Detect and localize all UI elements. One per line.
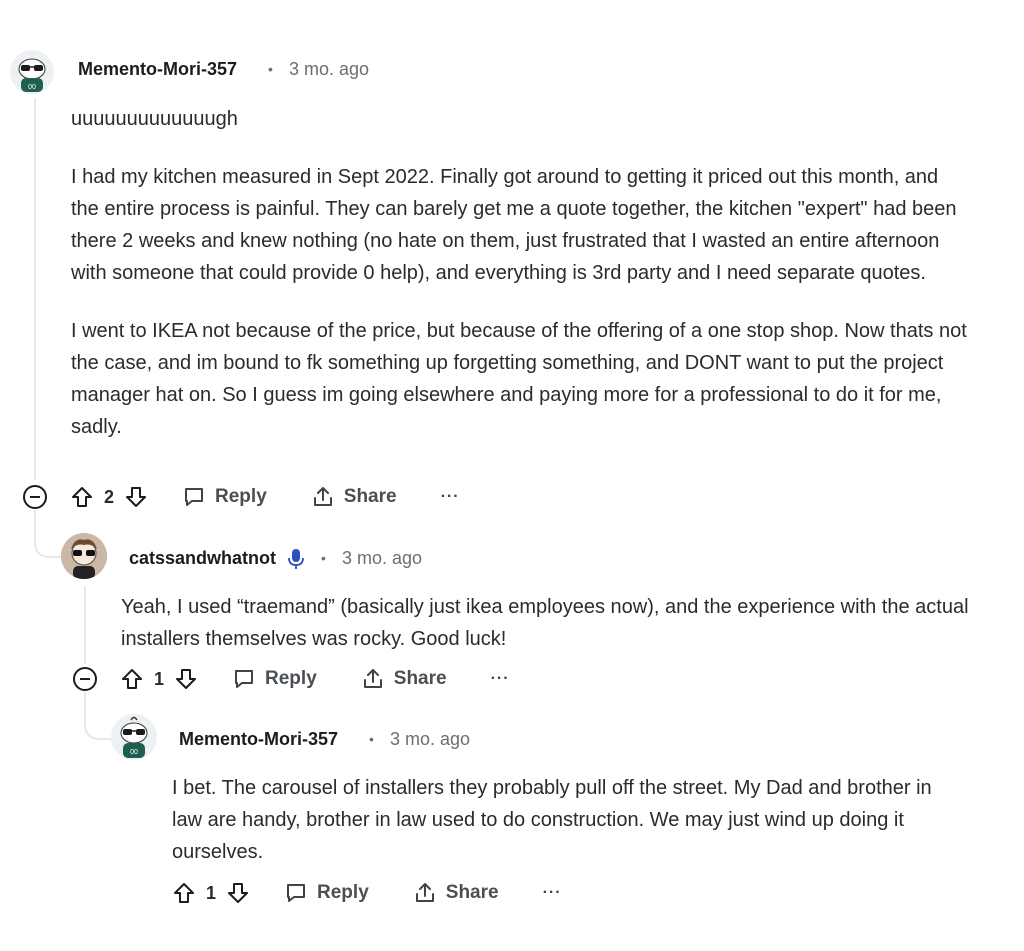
upvote-arrow-icon: [72, 487, 92, 507]
vote-count: 1: [206, 882, 217, 903]
comment-author[interactable]: Memento-Mori-357: [78, 59, 237, 80]
reply-button[interactable]: Reply: [284, 881, 369, 905]
share-label: Share: [445, 882, 499, 903]
comment-body: Yeah, I used “traemand” (basically just …: [121, 591, 971, 655]
reply-label: Reply: [317, 882, 369, 903]
share-icon: [363, 669, 382, 688]
comment-bubble-icon: [287, 884, 306, 902]
share-button[interactable]: Share: [361, 667, 447, 691]
vote-count: 1: [154, 668, 165, 689]
user-avatar-icon: [61, 533, 107, 579]
more-options-button[interactable]: ···: [491, 670, 510, 688]
more-options-button[interactable]: ···: [543, 884, 562, 902]
upvote-arrow-icon: [174, 883, 194, 903]
avatar[interactable]: [61, 533, 107, 579]
share-label: Share: [343, 486, 397, 507]
share-icon: [415, 883, 434, 902]
downvote-button[interactable]: [174, 667, 198, 691]
share-button[interactable]: Share: [413, 881, 499, 905]
reply-label: Reply: [265, 668, 317, 689]
microphone-badge-icon: [288, 548, 304, 575]
reply-label: Reply: [215, 486, 267, 507]
meta-separator: •: [369, 731, 374, 747]
comment-author[interactable]: Memento-Mori-357: [179, 729, 338, 750]
comment-bubble-icon: [185, 488, 204, 506]
thread-connector: [34, 510, 64, 558]
thread-connector: [84, 692, 114, 740]
comment-paragraph: Yeah, I used “traemand” (basically just …: [121, 596, 969, 650]
avatar[interactable]: 00: [10, 50, 54, 94]
comment-timestamp[interactable]: 3 mo. ago: [342, 548, 422, 569]
comment-author[interactable]: catssandwhatnot: [129, 548, 276, 569]
collapse-thread-button[interactable]: [73, 667, 97, 691]
collapse-thread-button[interactable]: [23, 485, 47, 509]
reply-button[interactable]: Reply: [232, 667, 317, 691]
svg-text:00: 00: [130, 749, 138, 756]
upvote-button[interactable]: [70, 485, 94, 509]
meta-separator: •: [321, 550, 326, 566]
svg-text:00: 00: [28, 84, 36, 91]
downvote-arrow-icon: [228, 883, 249, 903]
more-options-button[interactable]: ···: [441, 488, 460, 506]
avatar[interactable]: 00: [111, 714, 157, 760]
share-button[interactable]: Share: [311, 485, 397, 509]
share-icon: [313, 487, 332, 506]
upvote-arrow-icon: [122, 669, 142, 689]
downvote-arrow-icon: [126, 487, 147, 507]
downvote-button[interactable]: [124, 485, 148, 509]
snoo-avatar-icon: 00: [111, 714, 157, 760]
share-label: Share: [393, 668, 447, 689]
downvote-button[interactable]: [226, 881, 250, 905]
comment-paragraph: I had my kitchen measured in Sept 2022. …: [71, 166, 957, 284]
comment-paragraph: I bet. The carousel of installers they p…: [172, 777, 932, 863]
downvote-arrow-icon: [176, 669, 197, 689]
comment-actions: 2 Reply Share ···: [70, 479, 460, 515]
vote-count: 2: [104, 486, 115, 507]
comment-paragraph: uuuuuuuuuuuuugh: [71, 108, 238, 130]
comment-body: I bet. The carousel of installers they p…: [172, 772, 952, 868]
comment-actions: 1 Reply Share ···: [172, 875, 562, 911]
comment-timestamp[interactable]: 3 mo. ago: [289, 59, 369, 80]
reply-button[interactable]: Reply: [182, 485, 267, 509]
comment-timestamp[interactable]: 3 mo. ago: [390, 729, 470, 750]
upvote-button[interactable]: [120, 667, 144, 691]
upvote-button[interactable]: [172, 881, 196, 905]
comment-actions: 1 Reply Share ···: [120, 661, 510, 697]
thread-line-reply: [84, 586, 86, 664]
comment-bubble-icon: [235, 670, 254, 688]
comment-paragraph: I went to IKEA not because of the price,…: [71, 320, 967, 438]
meta-separator: •: [268, 61, 273, 77]
snoo-avatar-icon: 00: [10, 50, 54, 94]
thread-line-root: [34, 98, 36, 480]
comment-body: uuuuuuuuuuuuugh I had my kitchen measure…: [71, 103, 971, 443]
